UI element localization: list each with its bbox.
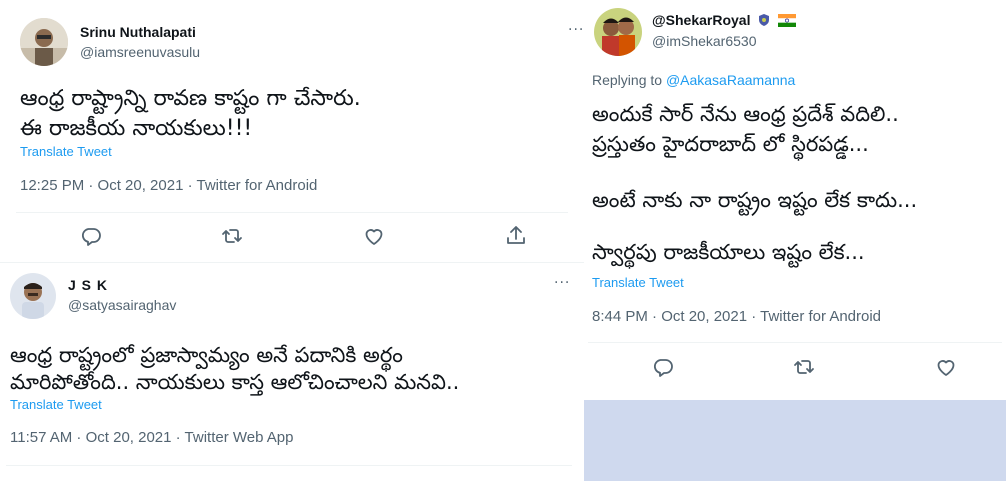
shield-emoji-icon bbox=[757, 13, 771, 30]
retweet-icon[interactable] bbox=[792, 355, 816, 379]
avatar[interactable] bbox=[10, 273, 56, 319]
user-handle[interactable]: @iamsreenuvasulu bbox=[80, 44, 200, 60]
replying-to-link[interactable]: @AakasaRaamanna bbox=[666, 72, 795, 88]
tweet-text-line: స్వార్థపు రాజకీయాలు ఇష్టం లేక... bbox=[592, 240, 865, 264]
divider bbox=[16, 212, 568, 213]
tweet-card-2: J S K @satyasairaghav ··· ఆంధ్ర రాష్ట్రం… bbox=[0, 263, 584, 481]
tweet-timestamp[interactable]: 11:57 AM · Oct 20, 2021 · Twitter Web Ap… bbox=[10, 429, 293, 446]
share-icon[interactable] bbox=[504, 224, 528, 248]
display-name-text: @ShekarRoyal bbox=[652, 12, 751, 28]
divider bbox=[6, 465, 572, 466]
user-handle[interactable]: @imShekar6530 bbox=[652, 33, 757, 49]
india-flag-icon bbox=[778, 14, 797, 30]
tweet-text-line: అందుకే సార్ నేను ఆంధ్ర ప్రదేశ్ వదిలి.. bbox=[592, 102, 899, 126]
translate-tweet-link[interactable]: Translate Tweet bbox=[20, 144, 112, 159]
avatar[interactable] bbox=[594, 8, 642, 56]
display-name[interactable]: J S K bbox=[68, 277, 108, 293]
tweet-text-line: ఆంధ్ర రాష్ట్రాన్ని రావణ కాష్టం గా చేసారు… bbox=[20, 86, 361, 111]
tweet-text-line: ఈ రాజకీయ నాయకులు!!! bbox=[20, 116, 253, 141]
more-options-icon[interactable]: ··· bbox=[554, 275, 570, 291]
tweet-text-line: ప్రస్తుతం హైదరాబాద్ లో స్థిరపడ్డ... bbox=[592, 132, 869, 156]
tweet-card-1: Srinu Nuthalapati @iamsreenuvasulu ఆంధ్ర… bbox=[0, 0, 584, 263]
reply-icon[interactable] bbox=[79, 224, 103, 248]
replying-to: Replying to @AakasaRaamanna bbox=[592, 72, 795, 88]
user-handle[interactable]: @satyasairaghav bbox=[68, 297, 176, 313]
like-icon[interactable] bbox=[362, 224, 386, 248]
tweet-text-line: ఆంధ్ర రాష్ట్రంలో ప్రజాస్వామ్యం అనే పదాని… bbox=[10, 343, 403, 367]
avatar[interactable] bbox=[20, 18, 68, 66]
display-name[interactable]: @ShekarRoyal bbox=[652, 12, 797, 30]
tweet-timestamp[interactable]: 8:44 PM · Oct 20, 2021 · Twitter for And… bbox=[592, 308, 881, 325]
like-icon[interactable] bbox=[934, 355, 958, 379]
background-panel bbox=[584, 400, 1006, 481]
replying-to-label: Replying to bbox=[592, 72, 666, 88]
display-name[interactable]: Srinu Nuthalapati bbox=[80, 24, 196, 40]
divider bbox=[588, 342, 1002, 343]
translate-tweet-link[interactable]: Translate Tweet bbox=[592, 275, 684, 290]
tweet-timestamp[interactable]: 12:25 PM · Oct 20, 2021 · Twitter for An… bbox=[20, 177, 317, 194]
tweet-text-line: అంటే నాకు నా రాష్ట్రం ఇష్టం లేక కాదు... bbox=[592, 188, 918, 212]
tweet-card-3: @ShekarRoyal @imShekar6530 ··· Replying … bbox=[584, 0, 1006, 400]
retweet-icon[interactable] bbox=[220, 224, 244, 248]
reply-icon[interactable] bbox=[651, 355, 675, 379]
tweet-text-line: మారిపోతోంది.. నాయకులు కాస్త ఆలోచించాలని … bbox=[10, 370, 460, 394]
translate-tweet-link[interactable]: Translate Tweet bbox=[10, 397, 102, 412]
more-options-icon[interactable]: ··· bbox=[568, 22, 584, 38]
